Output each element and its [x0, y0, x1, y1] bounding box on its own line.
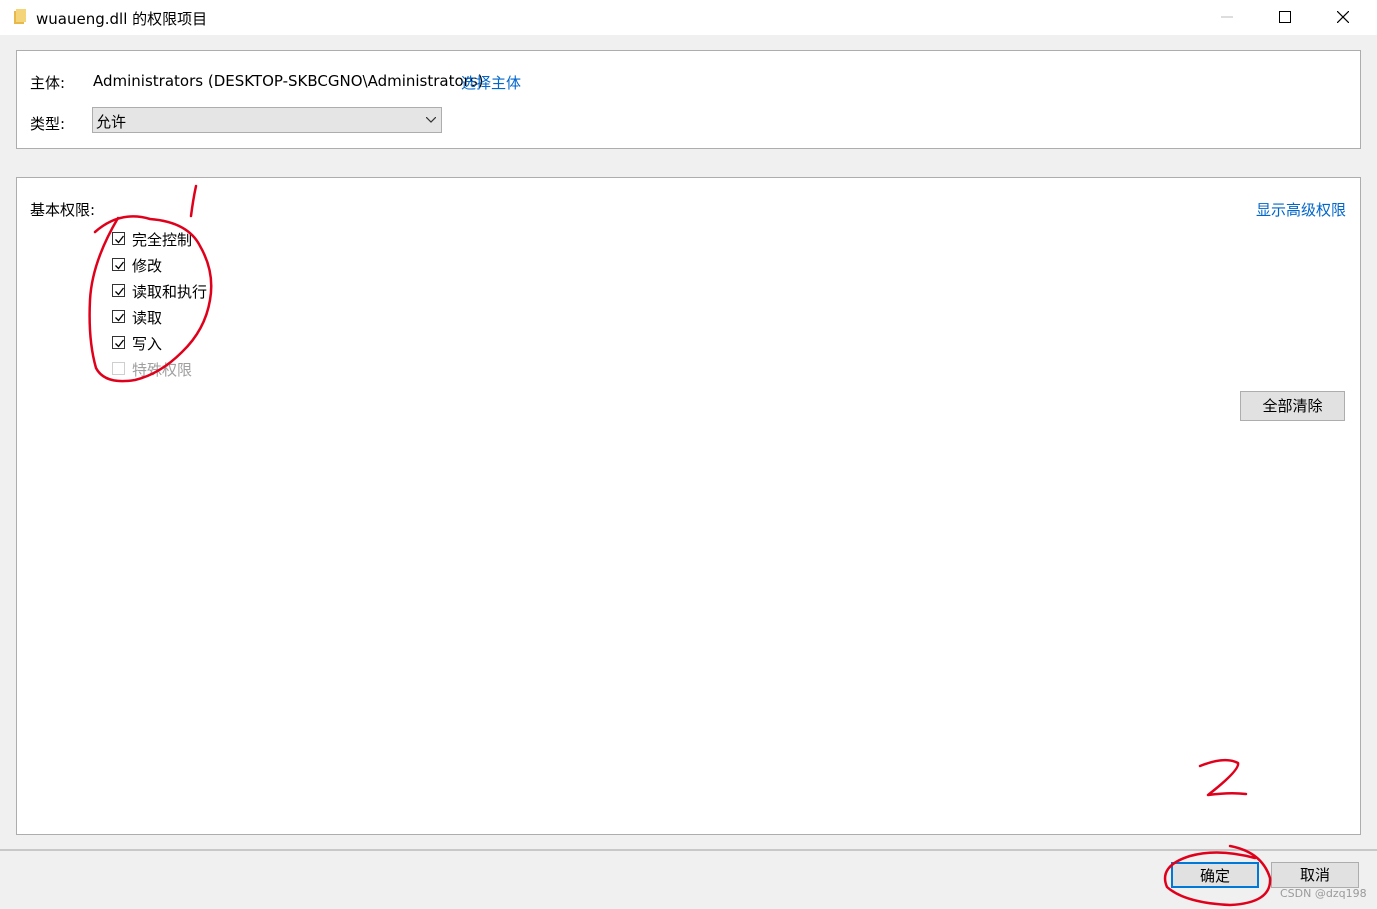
- permission-label: 特殊权限: [132, 361, 193, 379]
- checkbox: [112, 362, 125, 375]
- checkbox[interactable]: [112, 232, 125, 245]
- folder-icon: [14, 9, 26, 24]
- close-icon: [1337, 11, 1349, 23]
- clear-all-button[interactable]: 全部清除: [1240, 391, 1345, 421]
- checkmark-icon: [115, 261, 125, 270]
- maximize-icon: [1279, 11, 1291, 23]
- minimize-button[interactable]: [1199, 0, 1257, 35]
- principal-panel: [16, 50, 1361, 149]
- minimize-icon: [1221, 16, 1233, 18]
- checkmark-icon: [115, 287, 125, 296]
- permission-label: 读取和执行: [132, 283, 208, 301]
- permission-label: 写入: [132, 335, 163, 353]
- type-label: 类型:: [30, 115, 66, 133]
- select-principal-link[interactable]: 选择主体: [461, 72, 521, 93]
- checkbox[interactable]: [112, 258, 125, 271]
- checkmark-icon: [115, 235, 125, 244]
- window-title: wuaueng.dll 的权限项目: [36, 10, 208, 28]
- close-button[interactable]: [1315, 0, 1373, 35]
- permission-label: 读取: [132, 309, 163, 327]
- type-dropdown-value: 允许: [96, 113, 127, 131]
- basic-permissions-heading: 基本权限:: [30, 201, 96, 219]
- checkbox[interactable]: [112, 336, 125, 349]
- chevron-down-icon: [426, 117, 436, 123]
- maximize-button[interactable]: [1257, 0, 1315, 35]
- principal-label: 主体:: [30, 74, 66, 92]
- title-bar: wuaueng.dll 的权限项目: [0, 0, 1377, 35]
- footer-divider: [0, 849, 1377, 851]
- checkmark-icon: [115, 313, 125, 322]
- permission-label: 完全控制: [132, 231, 193, 249]
- watermark: CSDN @dzq198: [1280, 887, 1367, 900]
- show-advanced-permissions-link[interactable]: 显示高级权限: [1256, 199, 1346, 220]
- checkbox[interactable]: [112, 284, 125, 297]
- cancel-button[interactable]: 取消: [1271, 862, 1359, 888]
- principal-value: Administrators (DESKTOP-SKBCGNO\Administ…: [93, 72, 484, 90]
- checkbox[interactable]: [112, 310, 125, 323]
- permissions-panel: [16, 177, 1361, 835]
- checkmark-icon: [115, 339, 125, 348]
- ok-button[interactable]: 确定: [1171, 862, 1259, 888]
- type-dropdown[interactable]: 允许: [92, 107, 442, 133]
- permission-label: 修改: [132, 257, 163, 275]
